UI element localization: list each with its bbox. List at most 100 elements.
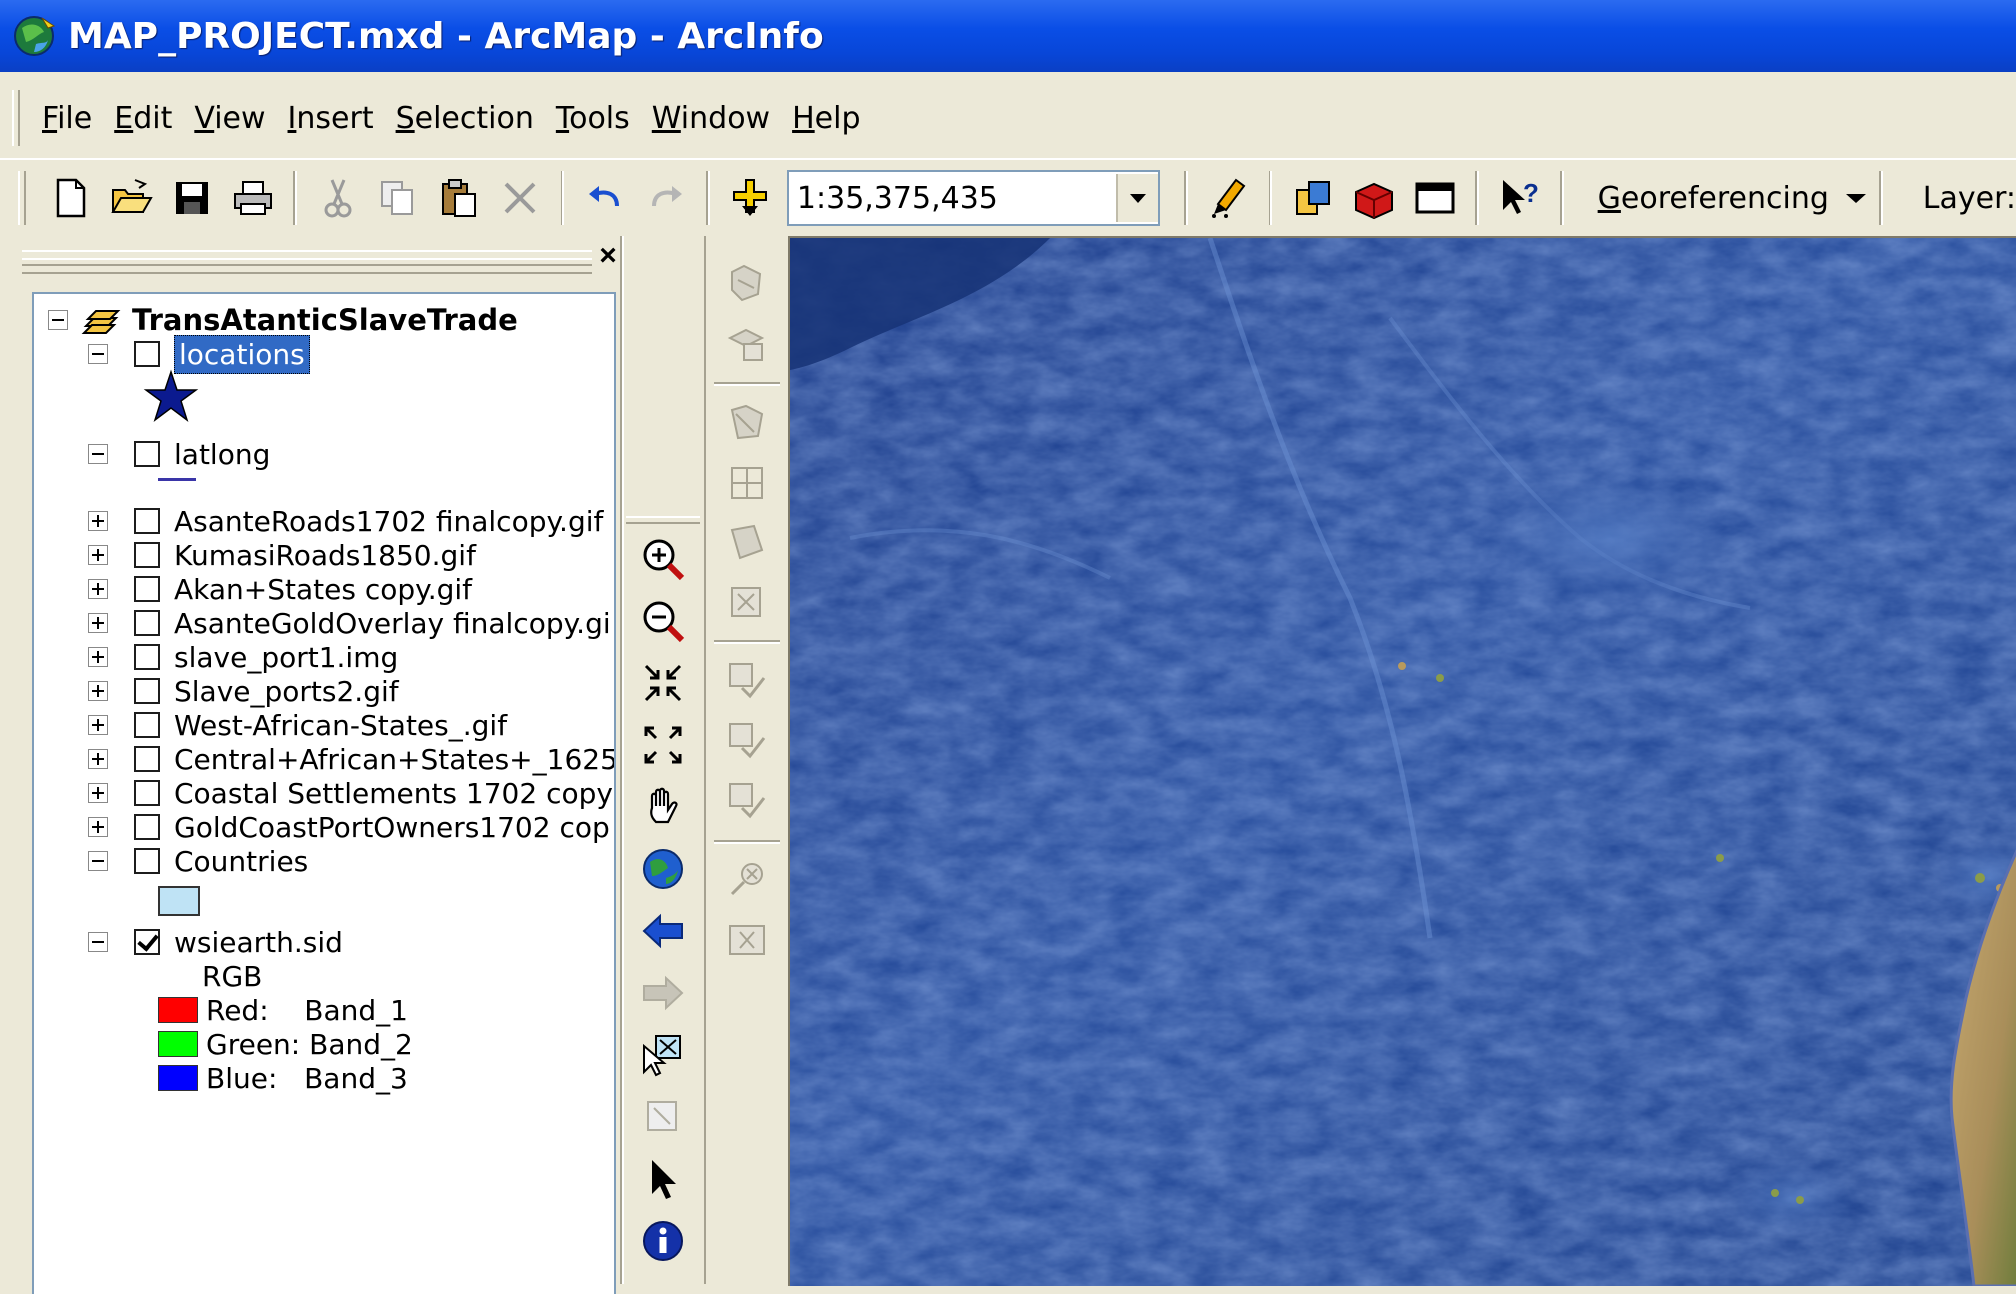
select-elements-button[interactable] [636, 1152, 690, 1206]
window-title: MAP_PROJECT.mxd - ArcMap - ArcInfo [68, 15, 824, 57]
expand-toggle[interactable] [88, 511, 108, 531]
fit-to-display-button[interactable] [720, 456, 774, 510]
collapse-toggle[interactable] [88, 344, 108, 364]
expand-toggle[interactable] [88, 545, 108, 565]
toc-title-grip[interactable] [22, 250, 592, 274]
toolbar-separator [1878, 171, 1883, 225]
add-control-points-button[interactable] [720, 396, 774, 450]
expand-toggle[interactable] [88, 681, 108, 701]
paste-button[interactable] [432, 169, 487, 227]
new-document-button[interactable] [43, 169, 98, 227]
menu-window[interactable]: Window [652, 101, 770, 136]
layer-visibility-checkbox[interactable] [134, 746, 160, 772]
layer-visibility-checkbox[interactable] [134, 678, 160, 704]
layer-visibility-checkbox[interactable] [134, 610, 160, 636]
arccatalog-button[interactable] [1285, 169, 1340, 227]
arctoolbox-button[interactable] [1346, 169, 1401, 227]
undo-button[interactable] [577, 169, 632, 227]
copy-button[interactable] [371, 169, 426, 227]
delete-button[interactable] [493, 169, 548, 227]
layer-visibility-checkbox[interactable] [134, 341, 160, 367]
menu-help[interactable]: Help [792, 101, 860, 136]
layer-visibility-checkbox[interactable] [134, 508, 160, 534]
expand-toggle[interactable] [88, 715, 108, 735]
expand-toggle[interactable] [88, 817, 108, 837]
menu-bar-grip[interactable] [12, 90, 20, 146]
fixed-zoom-in-button[interactable] [636, 656, 690, 710]
print-button[interactable] [225, 169, 280, 227]
data-frame-layers-icon [81, 310, 121, 334]
layer-visibility-checkbox[interactable] [134, 576, 160, 602]
layer-visibility-checkbox[interactable] [134, 814, 160, 840]
full-extent-globe-icon [643, 849, 683, 889]
command-window-icon [1415, 182, 1455, 214]
expand-toggle[interactable] [88, 579, 108, 599]
collapse-toggle[interactable] [48, 310, 68, 330]
rectify-icon [731, 587, 761, 617]
georef-check-button-1[interactable] [720, 654, 774, 708]
scissors-icon [324, 179, 352, 218]
georef-check-icon [729, 663, 766, 699]
layer-visibility-checkbox[interactable] [134, 542, 160, 568]
menu-insert[interactable]: Insert [288, 101, 374, 136]
layer-name: Coastal Settlements 1702 copy [174, 776, 613, 810]
layer-row-latlong[interactable]: latlong [88, 434, 270, 474]
go-back-extent-button[interactable] [636, 904, 690, 958]
georef-check-button-3[interactable] [720, 774, 774, 828]
tools-toolbar-grip[interactable] [626, 516, 700, 524]
add-data-button[interactable] [723, 169, 778, 227]
menu-tools[interactable]: Tools [556, 101, 630, 136]
layer-visibility-checkbox[interactable] [134, 644, 160, 670]
identify-button[interactable] [636, 1214, 690, 1268]
open-button[interactable] [104, 169, 159, 227]
expand-toggle[interactable] [88, 613, 108, 633]
layer-row-countries[interactable]: Countries [88, 841, 308, 881]
shift-button[interactable] [720, 316, 774, 370]
map-scale-value[interactable]: 1:35,375,435 [789, 181, 1116, 216]
georef-check-button-2[interactable] [720, 714, 774, 768]
whats-this-button[interactable]: ? [1492, 169, 1547, 227]
line-symbol [158, 478, 196, 481]
collapse-toggle[interactable] [88, 932, 108, 952]
toolbar-grip[interactable] [18, 171, 26, 225]
editor-toolbar-button[interactable] [1201, 169, 1256, 227]
map-display[interactable] [788, 236, 2016, 1286]
clear-selection-button[interactable] [636, 1090, 690, 1144]
full-extent-button[interactable] [636, 842, 690, 896]
save-button[interactable] [165, 169, 220, 227]
fixed-zoom-out-button[interactable] [636, 718, 690, 772]
expand-toggle[interactable] [88, 647, 108, 667]
collapse-toggle[interactable] [88, 851, 108, 871]
menu-view[interactable]: View [194, 101, 265, 136]
map-scale-combobox[interactable]: 1:35,375,435 [786, 170, 1160, 226]
redo-button[interactable] [638, 169, 693, 227]
ocean-relief-map[interactable] [790, 238, 2016, 1286]
delete-link-button[interactable] [720, 854, 774, 908]
update-display-button[interactable] [720, 914, 774, 968]
menu-selection[interactable]: Selection [396, 101, 534, 136]
layer-visibility-checkbox[interactable] [134, 441, 160, 467]
command-line-button[interactable] [1407, 169, 1462, 227]
collapse-toggle[interactable] [88, 444, 108, 464]
zoom-out-button[interactable] [636, 594, 690, 648]
menu-edit[interactable]: Edit [114, 101, 172, 136]
view-link-table-button[interactable] [720, 516, 774, 570]
zoom-in-button[interactable] [636, 532, 690, 586]
scale-dropdown-button[interactable] [1115, 174, 1158, 222]
layer-visibility-checkbox[interactable] [134, 712, 160, 738]
select-features-button[interactable] [636, 1028, 690, 1082]
rectify-button[interactable] [720, 576, 774, 630]
expand-toggle[interactable] [88, 749, 108, 769]
layer-visibility-checkbox-checked[interactable] [134, 929, 160, 955]
layer-visibility-checkbox[interactable] [134, 780, 160, 806]
rotate-button[interactable] [720, 256, 774, 310]
go-forward-extent-button[interactable] [636, 966, 690, 1020]
layer-tree: TransAtanticSlaveTrade locations latlong… [32, 292, 616, 1294]
cut-button[interactable] [310, 169, 365, 227]
georeferencing-menu-button[interactable]: Georeferencing [1598, 181, 1869, 216]
expand-toggle[interactable] [88, 783, 108, 803]
whats-this-help-icon: ? [1503, 178, 1539, 214]
layer-visibility-checkbox[interactable] [134, 848, 160, 874]
pan-button[interactable] [636, 780, 690, 834]
menu-file[interactable]: File [42, 101, 92, 136]
